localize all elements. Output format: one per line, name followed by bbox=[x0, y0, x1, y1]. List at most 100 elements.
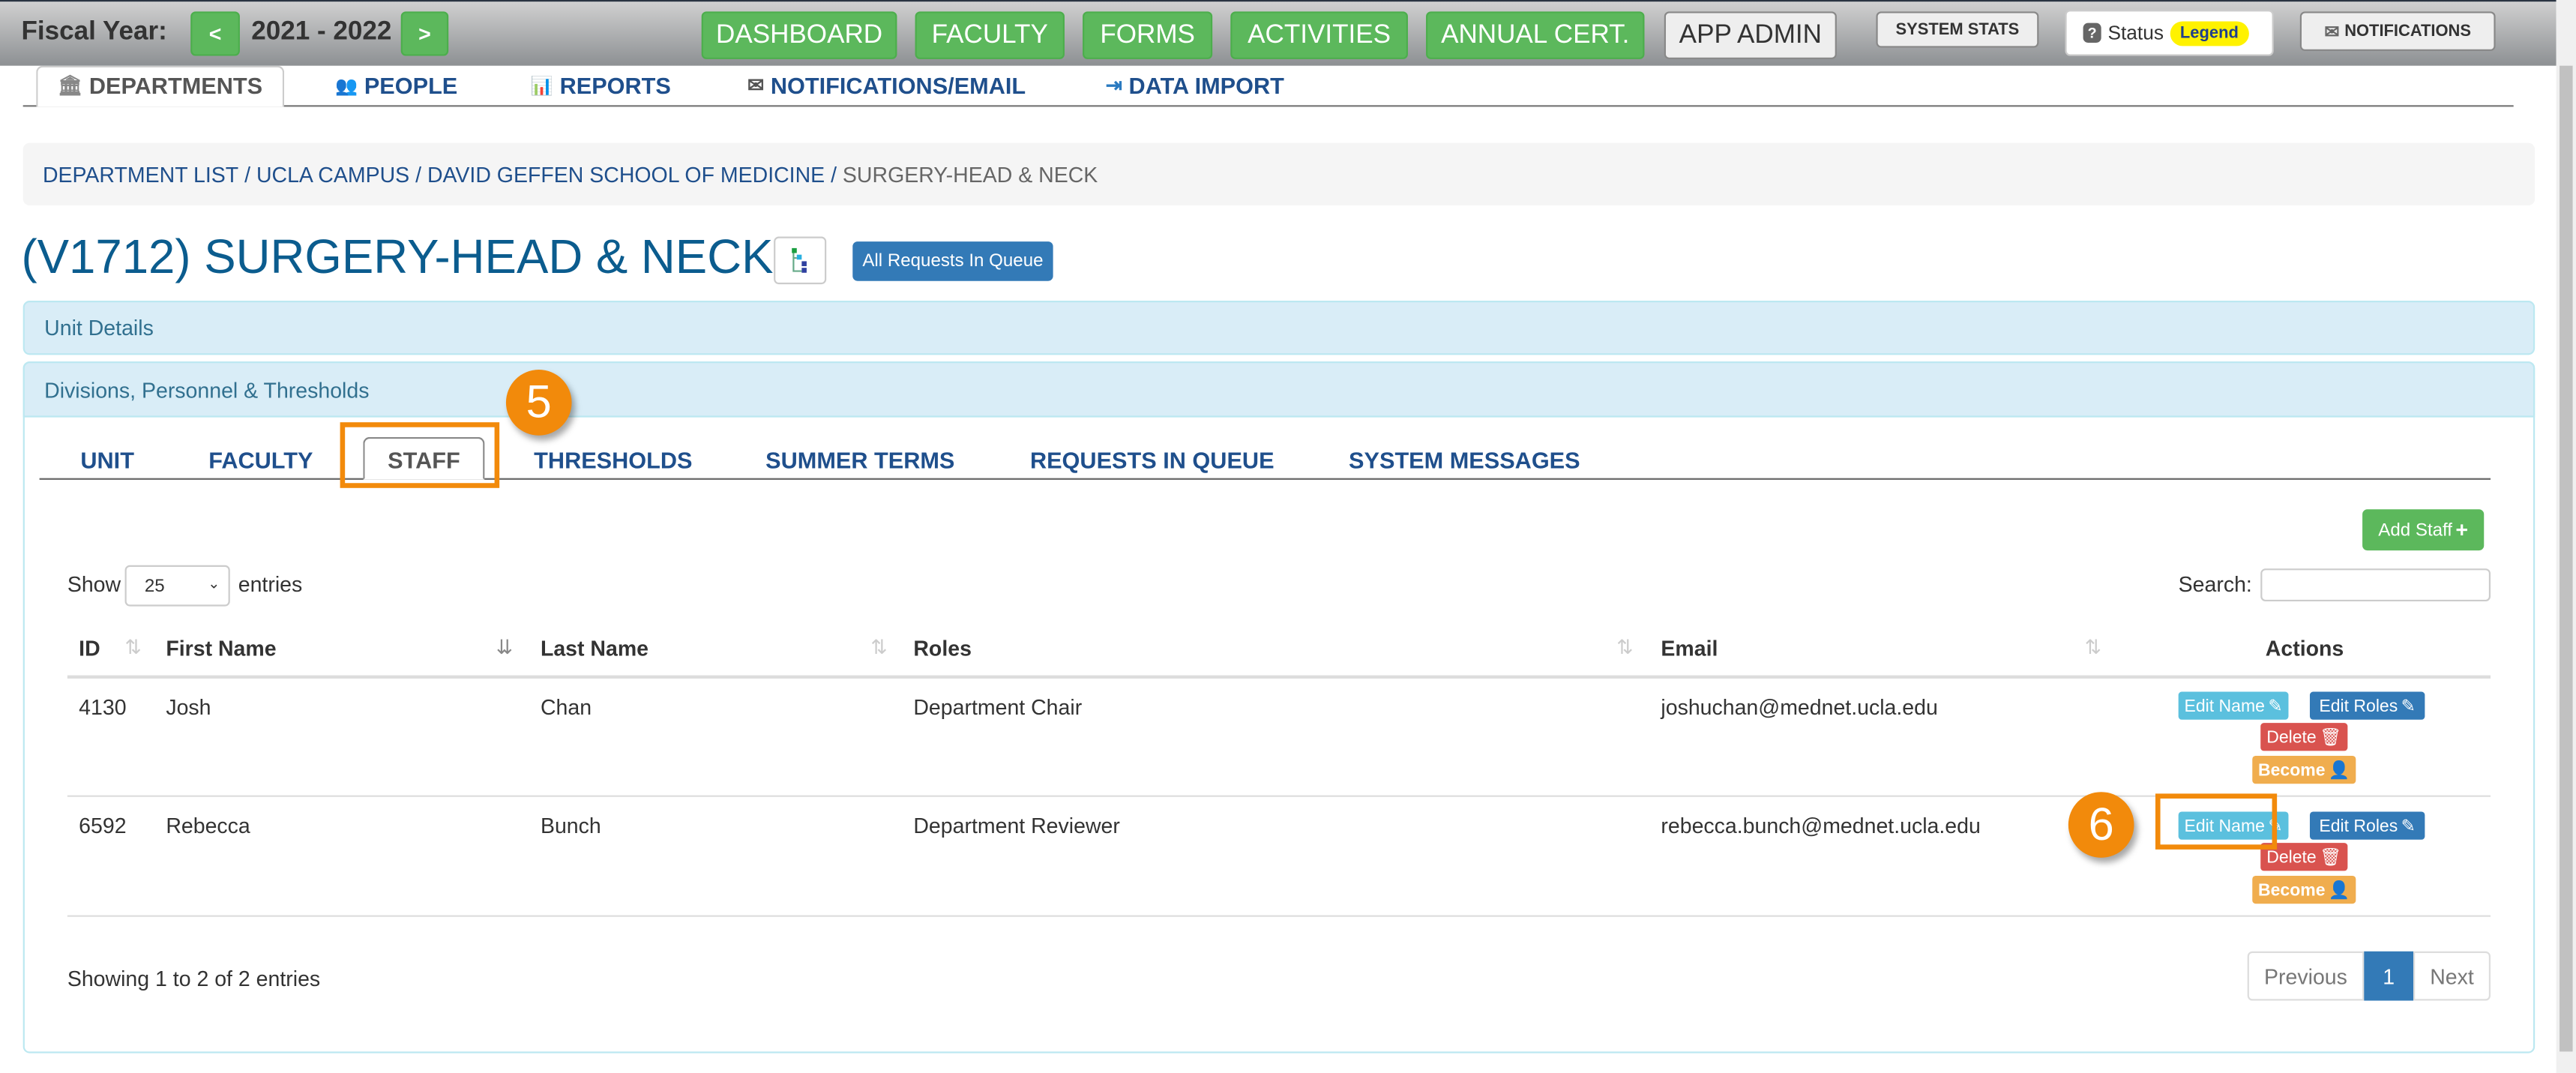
unit-details-panel[interactable]: Unit Details bbox=[22, 301, 2536, 355]
col-first-name[interactable]: First Name bbox=[166, 636, 276, 661]
envelope-icon: ✉ bbox=[747, 73, 765, 97]
cell-first-name: Rebecca bbox=[166, 813, 250, 838]
label: Delete bbox=[2266, 727, 2317, 747]
breadcrumb-school[interactable]: DAVID GEFFEN SCHOOL OF MEDICINE bbox=[427, 162, 825, 187]
nav-faculty[interactable]: FACULTY bbox=[915, 11, 1065, 59]
divisions-panel-header[interactable]: Divisions, Personnel & Thresholds bbox=[22, 361, 2536, 418]
subtab-system-messages[interactable]: SYSTEM MESSAGES bbox=[1349, 447, 1580, 473]
tab-notifications-email[interactable]: ✉ NOTIFICATIONS/EMAIL bbox=[747, 72, 1026, 98]
breadcrumb-sep: / bbox=[238, 161, 256, 187]
subtab-faculty[interactable]: FACULTY bbox=[208, 447, 313, 473]
tab-label: REPORTS bbox=[559, 72, 671, 99]
status-label: Status bbox=[2107, 21, 2164, 45]
notifications-button[interactable]: ✉ NOTIFICATIONS bbox=[2299, 11, 2496, 51]
cell-id: 4130 bbox=[79, 694, 127, 720]
cell-email: rebecca.bunch@mednet.ucla.edu bbox=[1661, 813, 1981, 838]
label: Delete bbox=[2266, 847, 2317, 867]
tab-reports[interactable]: 📊 REPORTS bbox=[531, 72, 671, 98]
annotation-step-6: 6 bbox=[2068, 792, 2134, 858]
next-year-button[interactable]: > bbox=[400, 11, 449, 56]
nav-activities[interactable]: ACTIVITIES bbox=[1230, 11, 1408, 59]
subtab-thresholds[interactable]: THRESHOLDS bbox=[534, 447, 692, 473]
question-icon: ? bbox=[2083, 22, 2101, 43]
envelope-icon: ✉ bbox=[2324, 22, 2340, 42]
chevron-down-icon: ⌄ bbox=[208, 574, 220, 592]
nav-forms[interactable]: FORMS bbox=[1083, 11, 1213, 59]
hierarchy-button[interactable] bbox=[774, 236, 827, 285]
sort-asc-icon[interactable]: ⇊ bbox=[496, 636, 513, 659]
become-button[interactable]: Become 👤 bbox=[2252, 755, 2356, 784]
pencil-icon: ✎ bbox=[2268, 696, 2283, 716]
top-bar: Fiscal Year: < 2021 - 2022 > DASHBOARD F… bbox=[0, 0, 2557, 66]
tab-data-import[interactable]: ⇥ DATA IMPORT bbox=[1106, 72, 1284, 98]
show-label: Show bbox=[67, 571, 121, 597]
sort-icon[interactable]: ⇅ bbox=[1616, 636, 1633, 659]
previous-page-button[interactable]: Previous bbox=[2247, 951, 2365, 1001]
user-icon: 👤 bbox=[2328, 880, 2350, 901]
breadcrumb-department-list[interactable]: DEPARTMENT LIST bbox=[43, 162, 238, 187]
tab-departments[interactable]: 🏛 DEPARTMENTS bbox=[58, 72, 262, 98]
cell-id: 6592 bbox=[79, 813, 127, 838]
delete-button[interactable]: Delete 🗑 bbox=[2260, 723, 2348, 751]
cell-email: joshuchan@mednet.ucla.edu bbox=[1661, 694, 1938, 720]
next-page-button[interactable]: Next bbox=[2413, 951, 2491, 1001]
cell-role: Department Reviewer bbox=[913, 813, 1120, 838]
user-icon: 👤 bbox=[2328, 760, 2350, 781]
scrollbar-thumb[interactable] bbox=[2560, 65, 2573, 1052]
all-requests-in-queue-button[interactable]: All Requests In Queue bbox=[852, 241, 1053, 281]
tab-people[interactable]: 👥 PEOPLE bbox=[335, 72, 457, 98]
fiscal-year-label: Fiscal Year: bbox=[21, 18, 167, 46]
people-icon: 👥 bbox=[335, 76, 358, 97]
chart-icon: 📊 bbox=[530, 76, 553, 97]
page-1-button[interactable]: 1 bbox=[2364, 951, 2414, 1001]
annotation-highlight-edit-name bbox=[2155, 793, 2278, 850]
entries-label: entries bbox=[238, 571, 303, 597]
plus-icon: + bbox=[2455, 517, 2469, 543]
pagination: Previous 1 Next bbox=[2247, 951, 2491, 1001]
add-staff-button[interactable]: Add Staff + bbox=[2362, 509, 2485, 551]
page-length-value: 25 bbox=[144, 577, 165, 597]
subtab-requests-in-queue[interactable]: REQUESTS IN QUEUE bbox=[1030, 447, 1275, 473]
prev-year-button[interactable]: < bbox=[190, 11, 240, 56]
subtab-unit[interactable]: UNIT bbox=[80, 447, 134, 473]
sort-icon[interactable]: ⇅ bbox=[870, 636, 887, 659]
page-title: (V1712) SURGERY-HEAD & NECK bbox=[21, 231, 774, 285]
nav-dashboard[interactable]: DASHBOARD bbox=[701, 11, 897, 59]
label: Edit Roles bbox=[2319, 815, 2398, 836]
label: Become bbox=[2258, 760, 2326, 780]
tab-label: PEOPLE bbox=[364, 72, 458, 99]
unit-details-title: Unit Details bbox=[44, 315, 154, 340]
label: Edit Roles bbox=[2319, 696, 2398, 716]
status-legend-button[interactable]: ? Status Legend bbox=[2065, 10, 2274, 56]
sort-icon[interactable]: ⇅ bbox=[125, 636, 142, 659]
become-button[interactable]: Become 👤 bbox=[2252, 875, 2356, 904]
col-last-name[interactable]: Last Name bbox=[541, 636, 648, 661]
page-length-select[interactable]: 25 ⌄ bbox=[124, 565, 230, 607]
subtab-summer-terms[interactable]: SUMMER TERMS bbox=[765, 447, 954, 473]
breadcrumb-sep: / bbox=[409, 161, 427, 187]
pencil-icon: ✎ bbox=[2401, 815, 2416, 836]
tab-label: DEPARTMENTS bbox=[88, 72, 263, 99]
scrollbar[interactable] bbox=[2556, 0, 2576, 1073]
cell-last-name: Bunch bbox=[540, 813, 601, 838]
tabs-divider bbox=[22, 105, 2514, 107]
legend-badge: Legend bbox=[2170, 20, 2248, 46]
search-input[interactable] bbox=[2260, 568, 2491, 602]
fiscal-year-value: 2021 - 2022 bbox=[251, 18, 392, 46]
col-id[interactable]: ID bbox=[79, 636, 100, 661]
edit-name-button[interactable]: Edit Name ✎ bbox=[2178, 691, 2289, 720]
system-stats-button[interactable]: SYSTEM STATS bbox=[1876, 11, 2039, 48]
breadcrumb-ucla-campus[interactable]: UCLA CAMPUS bbox=[256, 162, 409, 187]
app-admin-button[interactable]: APP ADMIN bbox=[1664, 11, 1837, 59]
table-info: Showing 1 to 2 of 2 entries bbox=[67, 966, 321, 991]
sort-icon[interactable]: ⇅ bbox=[2085, 636, 2101, 659]
breadcrumb-sep: / bbox=[825, 161, 843, 187]
nav-annual-cert[interactable]: ANNUAL CERT. bbox=[1426, 11, 1645, 59]
col-email[interactable]: Email bbox=[1661, 636, 1718, 661]
trash-icon: 🗑 bbox=[2320, 847, 2342, 868]
col-roles[interactable]: Roles bbox=[913, 636, 972, 661]
edit-roles-button[interactable]: Edit Roles ✎ bbox=[2309, 811, 2425, 840]
edit-roles-button[interactable]: Edit Roles ✎ bbox=[2309, 691, 2425, 720]
divisions-title: Divisions, Personnel & Thresholds bbox=[44, 376, 370, 402]
annotation-highlight-staff-tab bbox=[340, 422, 500, 488]
